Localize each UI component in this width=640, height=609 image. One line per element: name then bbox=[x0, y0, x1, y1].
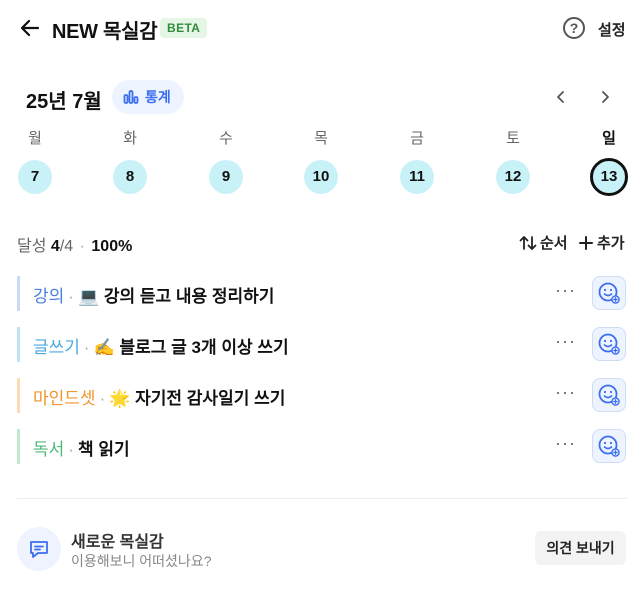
date-circle: 7 bbox=[18, 160, 52, 194]
smile-add-icon bbox=[598, 282, 620, 304]
more-options-button[interactable]: ··· bbox=[555, 382, 576, 403]
weekday-label: 토 bbox=[506, 130, 520, 147]
goal-dot: · bbox=[68, 287, 74, 306]
day-sat[interactable]: 토 12 bbox=[488, 128, 538, 194]
day-fri[interactable]: 금 11 bbox=[392, 128, 442, 194]
achievement-done: 4 bbox=[50, 238, 60, 255]
goal-item[interactable]: 강의 · 💻 강의 듣고 내용 정리하기 ··· bbox=[17, 272, 627, 323]
more-options-button[interactable]: ··· bbox=[555, 280, 576, 301]
app-header: NEW 목실감 BETA ? 설정 bbox=[0, 0, 640, 56]
month-label: 25년 7월 bbox=[26, 91, 102, 113]
prev-week-button[interactable] bbox=[549, 85, 573, 109]
goal-category: 강의 bbox=[33, 287, 65, 306]
smile-add-icon bbox=[598, 333, 620, 355]
weekday-label: 화 bbox=[123, 130, 137, 147]
achievement-total: /4 bbox=[59, 238, 74, 255]
next-week-button[interactable] bbox=[593, 85, 617, 109]
reaction-button[interactable] bbox=[592, 327, 626, 361]
date-circle: 8 bbox=[113, 160, 147, 194]
goal-emoji: 🌟 bbox=[109, 389, 131, 408]
feedback-title: 새로운 목실감 bbox=[71, 534, 164, 551]
goal-name: 블로그 글 3개 이상 쓰기 bbox=[119, 338, 289, 357]
feedback-subtitle: 이용해보니 어떠셨나요? bbox=[71, 553, 212, 569]
goal-emoji: 💻 bbox=[77, 287, 100, 306]
achievement-summary: 달성 4/4 · 100% bbox=[17, 232, 132, 256]
achievement-separator: · bbox=[79, 238, 85, 255]
chevron-left-icon bbox=[557, 91, 564, 103]
add-goal-button[interactable]: 추가 bbox=[579, 232, 625, 253]
achievement-label: 달성 bbox=[17, 238, 47, 255]
smile-add-icon bbox=[598, 435, 620, 457]
day-sun[interactable]: 일 13 bbox=[584, 128, 634, 196]
bar-chart-icon bbox=[123, 90, 139, 104]
day-tue[interactable]: 화 8 bbox=[105, 128, 155, 194]
goal-list: 강의 · 💻 강의 듣고 내용 정리하기 ··· 글쓰기 · ✍️ 블로그 글 3개 이… bbox=[17, 272, 627, 476]
smile-add-icon bbox=[598, 384, 620, 406]
goal-dot: · bbox=[68, 440, 74, 459]
date-circle: 11 bbox=[400, 160, 434, 194]
back-button[interactable] bbox=[16, 14, 44, 42]
goal-category: 마인드셋 bbox=[33, 389, 96, 408]
message-icon bbox=[30, 541, 48, 558]
day-thu[interactable]: 목 10 bbox=[296, 128, 346, 194]
goal-name: 자기전 감사일기 쓰기 bbox=[135, 389, 286, 408]
weekday-label: 수 bbox=[219, 130, 233, 147]
goal-name: 강의 듣고 내용 정리하기 bbox=[103, 287, 275, 306]
day-wed[interactable]: 수 9 bbox=[201, 128, 251, 194]
goal-color-bar bbox=[17, 378, 20, 413]
settings-button[interactable]: 설정 bbox=[598, 19, 626, 40]
more-options-button[interactable]: ··· bbox=[555, 433, 576, 454]
goal-name: 책 읽기 bbox=[77, 440, 130, 459]
beta-badge: BETA bbox=[160, 18, 208, 38]
goal-text: 독서 · 책 읽기 bbox=[33, 435, 130, 460]
more-options-button[interactable]: ··· bbox=[555, 331, 576, 352]
question-circle-icon: ? bbox=[569, 20, 579, 36]
goal-dot: · bbox=[99, 389, 106, 408]
divider bbox=[17, 498, 627, 499]
goal-category: 독서 bbox=[33, 440, 65, 459]
weekday-label: 일 bbox=[602, 130, 616, 147]
goal-color-bar bbox=[17, 429, 20, 464]
sort-label: 순서 bbox=[540, 235, 568, 252]
page-title: NEW 목실감 bbox=[52, 21, 158, 43]
goal-item[interactable]: 독서 · 책 읽기 ··· bbox=[17, 425, 627, 476]
goal-text: 강의 · 💻 강의 듣고 내용 정리하기 bbox=[33, 282, 274, 307]
goal-color-bar bbox=[17, 276, 20, 311]
arrow-left-icon bbox=[20, 19, 40, 37]
sort-button[interactable]: 순서 bbox=[519, 232, 568, 253]
goal-color-bar bbox=[17, 327, 20, 362]
weekday-label: 월 bbox=[28, 130, 42, 147]
reaction-button[interactable] bbox=[592, 378, 626, 412]
plus-icon bbox=[579, 235, 593, 250]
day-mon[interactable]: 월 7 bbox=[10, 128, 60, 194]
week-strip: 월 7 화 8 수 9 목 10 금 11 토 12 일 13 bbox=[0, 128, 640, 200]
stats-label: 통계 bbox=[145, 89, 171, 105]
add-label: 추가 bbox=[597, 235, 625, 252]
achievement-percent: 100% bbox=[91, 238, 133, 255]
goal-text: 글쓰기 · ✍️ 블로그 글 3개 이상 쓰기 bbox=[33, 333, 289, 358]
goal-category: 글쓰기 bbox=[33, 338, 80, 357]
goal-emoji: ✍️ bbox=[93, 338, 115, 357]
feedback-avatar bbox=[17, 527, 61, 571]
send-feedback-button[interactable]: 의견 보내기 bbox=[535, 531, 626, 565]
help-button[interactable]: ? bbox=[563, 17, 585, 39]
date-circle: 9 bbox=[209, 160, 243, 194]
chevron-right-icon bbox=[602, 91, 609, 103]
weekday-label: 목 bbox=[314, 130, 328, 147]
goal-item[interactable]: 글쓰기 · ✍️ 블로그 글 3개 이상 쓰기 ··· bbox=[17, 323, 627, 374]
reaction-button[interactable] bbox=[592, 276, 626, 310]
goal-item[interactable]: 마인드셋 · 🌟 자기전 감사일기 쓰기 ··· bbox=[17, 374, 627, 425]
reaction-button[interactable] bbox=[592, 429, 626, 463]
sort-arrows-icon bbox=[519, 235, 537, 250]
weekday-label: 금 bbox=[410, 130, 424, 147]
goal-text: 마인드셋 · 🌟 자기전 감사일기 쓰기 bbox=[33, 384, 285, 409]
stats-button[interactable]: 통계 bbox=[112, 80, 184, 114]
date-circle: 10 bbox=[304, 160, 338, 194]
date-circle-selected: 13 bbox=[590, 158, 628, 196]
date-circle: 12 bbox=[496, 160, 530, 194]
goal-dot: · bbox=[83, 338, 90, 357]
